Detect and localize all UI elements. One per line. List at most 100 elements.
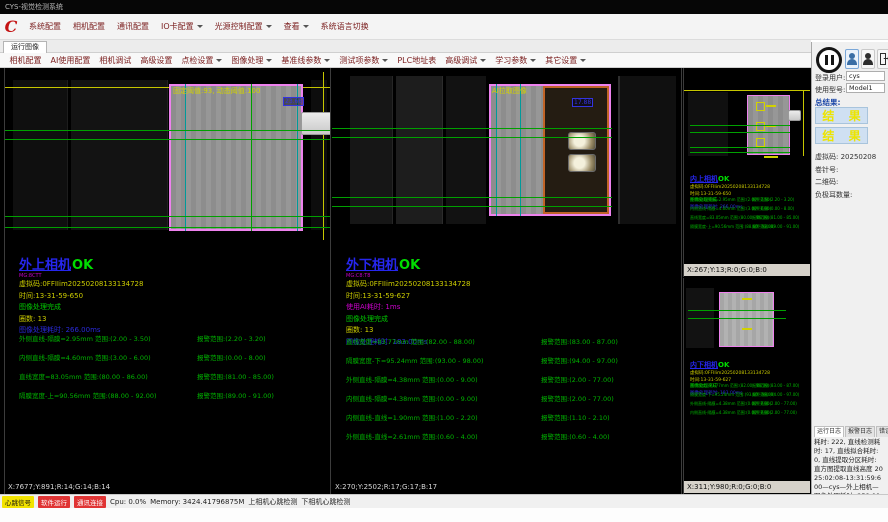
tool-learn-params[interactable]: 学习参数 — [491, 55, 541, 66]
camera-view-inner-bottom[interactable]: 内下相机OK 虚拟码:0FFIIim20250208133134728 时间:1… — [683, 278, 810, 494]
menu-io-config[interactable]: IO卡配置 — [155, 21, 209, 32]
tool-camera-config[interactable]: 相机配置 — [5, 55, 46, 66]
result-box-2: 结 果 — [815, 127, 868, 144]
measure-row: 直线宽度=83.77mm 范围:(82.00 - 88.00) 报警范围:(83… — [346, 336, 475, 346]
camera-view-inner-top[interactable]: 内上相机OK 虚拟码:0FFIIim20250208133134728 时间:1… — [683, 68, 810, 277]
menu-system-config[interactable]: 系统配置 — [23, 21, 67, 32]
menu-view[interactable]: 查看 — [278, 21, 315, 32]
alarm-range: 报警范围:(2.20 - 3.20) — [752, 197, 794, 203]
machine-band — [13, 80, 68, 230]
measure-row: 隔膜宽度-上=90.56mm 范围:(88.00 - 92.00) 报警范围:(… — [19, 390, 157, 400]
tool-camera-debug[interactable]: 相机调试 — [95, 55, 136, 66]
login-user-label: 登录用户: — [815, 73, 845, 83]
status-bar: 心跳信号 软件运行 通讯连接 Cpu: 0.0% Memory: 3424.41… — [0, 494, 888, 508]
log-tab-alarm[interactable]: 报警日志 — [845, 426, 875, 437]
measure-value: 内侧直线-隔膜=4.60mm 范围:(3.00 - 6.00) — [19, 354, 151, 362]
camera-result-ok: OK — [399, 258, 420, 273]
tool-ai-config[interactable]: AI使用配置 — [46, 55, 95, 66]
camera-view-outer-top[interactable]: 固定阈值:93, 动态阈值:100 23.66 外上相机OK MG:8CTT 虚… — [4, 68, 331, 494]
log-tab-run[interactable]: 运行日志 — [814, 426, 844, 437]
virtual-code-label: 虚拟码: 20250208 — [815, 152, 876, 162]
measure-row: 内侧直线-隔膜=4.38mm 范围:(0.00 - 9.00) 报警范围:(2.… — [346, 393, 478, 403]
workpiece-image — [169, 84, 303, 231]
tool-advanced-debug[interactable]: 高级调试 — [441, 55, 491, 66]
alarm-range: 报警范围:(2.00 - 77.00) — [541, 374, 614, 384]
cpu-usage: Cpu: 0.0% — [110, 498, 146, 506]
tool-advanced-settings[interactable]: 高级设置 — [136, 55, 177, 66]
app-window: CYS-视觉检测系统 C 系统配置 相机配置 通讯配置 IO卡配置 光源控制配置… — [0, 0, 888, 522]
measure-row: 隔膜宽度-上=90.56mm 范围:(88.00 - 92.00) 报警范围:(… — [690, 224, 775, 230]
tool-image-processing[interactable]: 图像处理 — [227, 55, 277, 66]
measure-row: 外侧直线-直线=2.61mm 范围:(0.60 - 4.00) 报警范围:(0.… — [346, 431, 478, 441]
alarm-range: 报警范围:(94.00 - 97.00) — [541, 355, 618, 365]
measure-row: 外侧直线-隔膜=2.95mm 范围:(2.00 - 3.50) 报警范围:(2.… — [19, 333, 151, 343]
alarm-range: 报警范围:(0.60 - 4.00) — [541, 431, 610, 441]
qr-code-label: 二维码: — [815, 177, 838, 187]
alarm-range: 报警范围:(2.00 - 77.00) — [541, 393, 614, 403]
logout-button[interactable] — [877, 49, 888, 69]
overlay-line-yellow — [803, 90, 804, 156]
pause-button[interactable] — [816, 47, 842, 73]
measure-line-green — [332, 137, 612, 138]
workpiece-image — [719, 292, 774, 347]
user-dark-icon — [862, 50, 874, 68]
machine-band — [350, 76, 393, 224]
measure-row: 外侧直线-隔膜=4.38mm 范围:(0.00 - 9.00) 报警范围:(2.… — [346, 374, 478, 384]
measure-row: 外侧直线-隔膜=2.95mm 范围:(2.00 - 3.50) 报警范围:(2.… — [690, 197, 771, 203]
detected-feature — [568, 132, 596, 150]
menu-language-switch[interactable]: 系统语言切换 — [315, 21, 375, 32]
measure-line-green — [332, 197, 612, 198]
pixel-status-left: X:7677;Y:891;R:14;G:14;B:14 — [5, 481, 330, 493]
camera-info-block: 内下相机OK 虚拟码:0FFIIim20250208133134728 时间:1… — [690, 352, 770, 397]
measure-row: 内侧直线-直线=1.90mm 范围:(1.00 - 2.20) 报警范围:(1.… — [346, 412, 478, 422]
model-label: 使用型号: — [815, 85, 845, 95]
roi-tick-yellow — [742, 328, 752, 330]
measure-line-green — [690, 147, 790, 148]
login-user-field[interactable]: cys — [846, 71, 885, 81]
log-tab-error[interactable]: 错误日志 — [876, 426, 888, 437]
memory-usage: Memory: 3424.41796875M — [150, 498, 244, 506]
roi-box-yellow — [756, 102, 765, 111]
measure-row: 直线宽度=83.77mm 范围:(82.00 - 88.00) 报警范围:(83… — [690, 383, 769, 389]
measure-value: 内侧直线-隔膜=4.38mm 范围:(0.00 - 9.00) — [346, 395, 478, 403]
bottom-spacer — [0, 508, 888, 522]
login-user-button[interactable] — [845, 49, 859, 69]
menu-comm-config[interactable]: 通讯配置 — [111, 21, 155, 32]
tab-strip: 运行图像 — [0, 40, 811, 53]
overlay-line-cyan — [185, 84, 186, 231]
menu-camera-config[interactable]: 相机配置 — [67, 21, 111, 32]
machine-band — [446, 76, 486, 224]
measure-row: 直线宽度=83.05mm 范围:(80.00 - 86.00) 报警范围:(81… — [19, 371, 148, 381]
tool-other-settings[interactable]: 其它设置 — [541, 55, 591, 66]
tool-spot-check[interactable]: 点检设置 — [177, 55, 227, 66]
roi-tick-yellow — [764, 156, 778, 158]
tool-plc-address[interactable]: PLC地址表 — [393, 55, 441, 66]
measure-line-green — [5, 130, 330, 131]
time-line: 时间:13-31-59-627 — [346, 291, 470, 303]
measure-line-green — [688, 318, 786, 319]
virtual-code-line: 虚拟码:0FFIIim20250208133134728 — [19, 279, 143, 291]
alarm-range: 报警范围:(94.00 - 97.00) — [752, 392, 799, 398]
measure-value: 内侧直线-直线=1.90mm 范围:(1.00 - 2.20) — [346, 414, 478, 422]
measure-row: 外侧直线-隔膜=4.38mm 范围:(0.00 - 9.00) 报警范围:(2.… — [690, 401, 771, 407]
toolbar: 相机配置 AI使用配置 相机调试 高级设置 点检设置 图像处理 基准线参数 测试… — [0, 53, 811, 68]
tool-baseline-params[interactable]: 基准线参数 — [277, 55, 335, 66]
camera-title: 内上相机 — [690, 175, 718, 183]
camera-view-outer-bottom[interactable]: AI拉取图像 17.88 外下相机OK MG:C8:T8 虚拟码:0FFIIim… — [332, 68, 682, 494]
model-field[interactable]: Model1 — [846, 83, 885, 93]
account-button[interactable] — [861, 49, 875, 69]
measure-line-green — [5, 216, 330, 217]
menu-light-config[interactable]: 光源控制配置 — [209, 21, 278, 32]
alarm-range: 报警范围:(0.00 - 8.00) — [197, 352, 266, 362]
tool-test-params[interactable]: 测试项参数 — [335, 55, 393, 66]
window-titlebar: CYS-视觉检测系统 — [0, 0, 888, 14]
measure-value: 直线宽度=83.05mm 范围:(80.00 - 86.00) — [19, 373, 148, 381]
window-title: CYS-视觉检测系统 — [5, 3, 63, 11]
user-icon — [846, 50, 858, 68]
camera-info-block: 外下相机OK MG:C8:T8 虚拟码:0FFIIim2025020813313… — [346, 254, 470, 348]
machine-band — [311, 80, 327, 230]
lower-camera-heartbeat: 下相机心跳检测 — [301, 497, 350, 507]
sidebar-panel: 登录用户: cys 使用型号: Model1 总结果: 结 果 结 果 虚拟码:… — [811, 42, 888, 508]
roi-box-yellow — [756, 122, 765, 131]
alarm-range: 报警范围:(1.10 - 2.10) — [541, 412, 610, 422]
